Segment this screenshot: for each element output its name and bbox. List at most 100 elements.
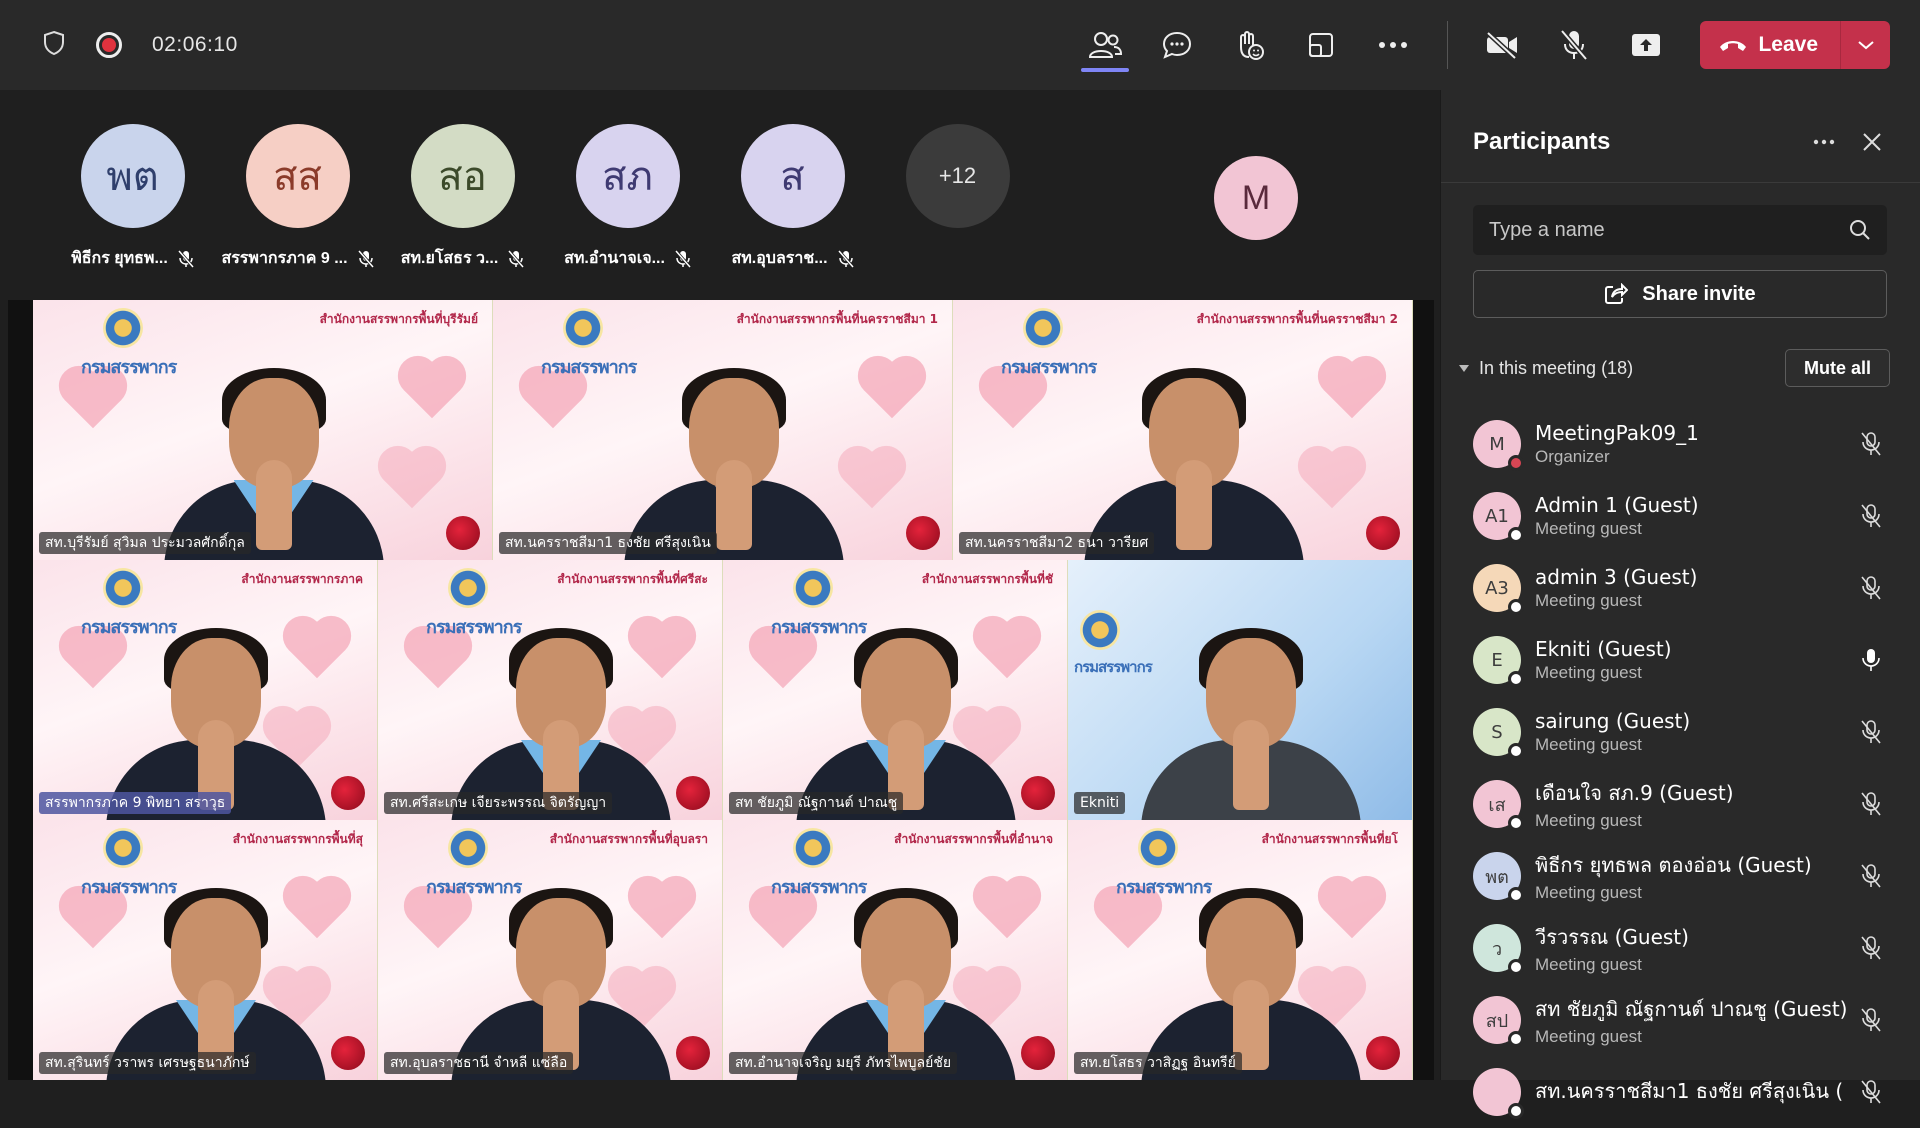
avatar: พต <box>1473 852 1524 903</box>
recording-icon <box>96 32 122 58</box>
more-actions-button[interactable] <box>1357 0 1429 90</box>
avatar <box>1473 1068 1524 1119</box>
mic-off-icon <box>1861 1080 1881 1104</box>
camera-toggle-button[interactable] <box>1466 0 1538 90</box>
audio-participant[interactable]: สภ สท.อำนาจเจ... <box>545 124 710 271</box>
people-button[interactable] <box>1069 0 1141 90</box>
participant-row[interactable]: E Ekniti (Guest) Meeting guest <box>1441 624 1920 696</box>
participant-role: Organizer <box>1535 447 1610 466</box>
leave-button-group: Leave <box>1700 21 1890 69</box>
participant-mic-status[interactable] <box>1856 1007 1886 1033</box>
overflow-count: +12 <box>905 124 1010 228</box>
hang-up-icon <box>1720 41 1747 51</box>
participant-mic-status[interactable] <box>1856 719 1886 745</box>
mic-toggle-button[interactable] <box>1538 0 1610 90</box>
leave-button[interactable]: Leave <box>1700 21 1840 69</box>
participant-row[interactable]: พต พิธีกร ยุทธพล ตองอ่อน (Guest) Meeting g… <box>1441 840 1920 912</box>
avatar-initials: พต <box>1485 866 1509 888</box>
background-caption: สำนักงานสรรพากรพื้นที่อุบลรา <box>549 832 708 846</box>
participant-name: สรรพากรภาค 9 ... <box>221 246 374 271</box>
mic-off-icon <box>1861 936 1881 960</box>
video-tile: สำนักงานสรรพากรพื้นที่ชั กรมสรรพากร สท ชัย… <box>723 560 1068 820</box>
participant-mic-status[interactable] <box>1856 791 1886 817</box>
participant-mic-status[interactable] <box>1856 935 1886 961</box>
participant-role: Meeting guest <box>1535 955 1642 974</box>
participant-list: M MeetingPak09_1 Organizer A1 Admin 1 (Guest… <box>1441 408 1920 1128</box>
meeting-stage: พต พิธีกร ยุทธพ... สส สรรพากรภาค 9 ... สอ สท.… <box>0 90 1440 1080</box>
participant-mic-status[interactable] <box>1856 575 1886 601</box>
overflow-participants[interactable]: +12 <box>875 124 1040 271</box>
revenue-dept-logo <box>793 828 833 868</box>
avatar-initials: A1 <box>1485 505 1509 527</box>
people-icon <box>1089 32 1123 58</box>
audio-participant[interactable]: พต พิธีกร ยุทธพ... <box>50 124 215 271</box>
shield-icon[interactable] <box>42 30 66 61</box>
search-icon[interactable] <box>1849 219 1871 241</box>
audio-participant[interactable]: สส สรรพากรภาค 9 ... <box>215 124 380 271</box>
avatar: ว <box>1473 924 1524 975</box>
leave-options-button[interactable] <box>1840 21 1890 69</box>
revenue-dept-logo <box>563 308 603 348</box>
chat-icon <box>1163 31 1192 59</box>
avatar-initials: M <box>1489 433 1505 455</box>
participant-mic-status[interactable] <box>1856 863 1886 889</box>
participant-video <box>1083 360 1304 560</box>
audio-participant[interactable]: สอ สท.ยโสธร ว... <box>380 124 545 271</box>
participant-video <box>796 880 1016 1080</box>
participant-mic-status[interactable] <box>1856 503 1886 529</box>
view-button[interactable] <box>1285 0 1357 90</box>
participant-name: sairung (Guest) <box>1535 709 1691 733</box>
background-caption: สำนักงานสรรพากรพื้นที่สุ <box>232 832 363 846</box>
participant-mic-status[interactable] <box>1856 1079 1886 1105</box>
mute-all-button[interactable]: Mute all <box>1784 349 1890 387</box>
brand-text: กรมสรรพากร <box>81 357 177 378</box>
revenue-dept-logo <box>448 568 488 608</box>
panel-close-button[interactable] <box>1848 122 1896 162</box>
presence-status-icon <box>1508 455 1524 471</box>
participant-role: Meeting guest <box>1535 591 1642 610</box>
heart-decoration <box>383 451 441 509</box>
participant-row[interactable]: สท.นครราชสีมา1 ธงชัย ศรีสุงเนิน ( <box>1441 1056 1920 1128</box>
participant-mic-status[interactable] <box>1856 647 1886 673</box>
background-caption: สำนักงานสรรพากรพื้นที่นครราชสีมา 1 <box>736 312 938 326</box>
participant-video <box>1141 880 1361 1080</box>
participant-row[interactable]: A1 Admin 1 (Guest) Meeting guest <box>1441 480 1920 552</box>
revenue-dept-logo <box>1023 308 1063 348</box>
participant-name-text: พิธีกร ยุทธพ... <box>71 250 168 267</box>
panel-more-button[interactable] <box>1800 122 1848 162</box>
shared-video-feed[interactable]: สำนักงานสรรพากรพื้นที่บุรีรัมย์ กรมสรรพาก… <box>8 300 1434 1080</box>
participant-role: Meeting guest <box>1535 811 1642 830</box>
participant-search <box>1473 205 1887 255</box>
participant-mic-status[interactable] <box>1856 431 1886 457</box>
share-screen-button[interactable] <box>1610 0 1682 90</box>
in-meeting-section-header[interactable]: In this meeting (18) Mute all <box>1455 348 1890 388</box>
search-input[interactable] <box>1489 218 1849 242</box>
participant-row[interactable]: M MeetingPak09_1 Organizer <box>1441 408 1920 480</box>
participant-name-text: สรรพากรภาค 9 ... <box>221 250 348 267</box>
participant-row[interactable]: สป สท ชัยภูมิ ณัฐกานต์ ปาณชู (Guest) Meeti… <box>1441 984 1920 1056</box>
avatar: สป <box>1473 996 1524 1047</box>
video-name-label: สท.นครราชสีมา1 ธงชัย ศรีสุงเนิน <box>499 532 717 554</box>
video-name-label: สท.บุรีรัมย์ สุวิมล ประมวลศักดิ์กุล <box>39 532 251 554</box>
participant-role: Meeting guest <box>1535 663 1642 682</box>
audio-participant[interactable]: สสท.อุบลราช... <box>710 124 875 271</box>
participant-row[interactable]: เส เดือนใจ สภ.9 (Guest) Meeting guest <box>1441 768 1920 840</box>
video-name-label: Ekniti <box>1074 792 1126 814</box>
participant-row[interactable]: Ssairung (Guest) Meeting guest <box>1441 696 1920 768</box>
mic-off-icon <box>837 249 854 268</box>
presence-status-icon <box>1508 887 1524 903</box>
panel-divider <box>1441 182 1920 183</box>
reactions-button[interactable] <box>1213 0 1285 90</box>
participant-row[interactable]: A3 admin 3 (Guest) Meeting guest <box>1441 552 1920 624</box>
participant-name: สท.ยโสธร ว... <box>401 246 525 271</box>
mic-off-icon <box>1861 432 1881 456</box>
share-invite-label: Share invite <box>1642 282 1756 305</box>
raise-hand-icon <box>1240 31 1265 60</box>
video-name-label: สท.ยโสธร วาสิฏฐ อินทรีย์ <box>1074 1052 1242 1074</box>
participant-row[interactable]: ว วีรวรรณ (Guest) Meeting guest <box>1441 912 1920 984</box>
mic-off-icon <box>1861 1008 1881 1032</box>
share-invite-button[interactable]: Share invite <box>1473 270 1887 318</box>
rose-decoration <box>331 1036 365 1070</box>
chat-button[interactable] <box>1141 0 1213 90</box>
collapse-caret-icon[interactable] <box>1459 364 1469 372</box>
